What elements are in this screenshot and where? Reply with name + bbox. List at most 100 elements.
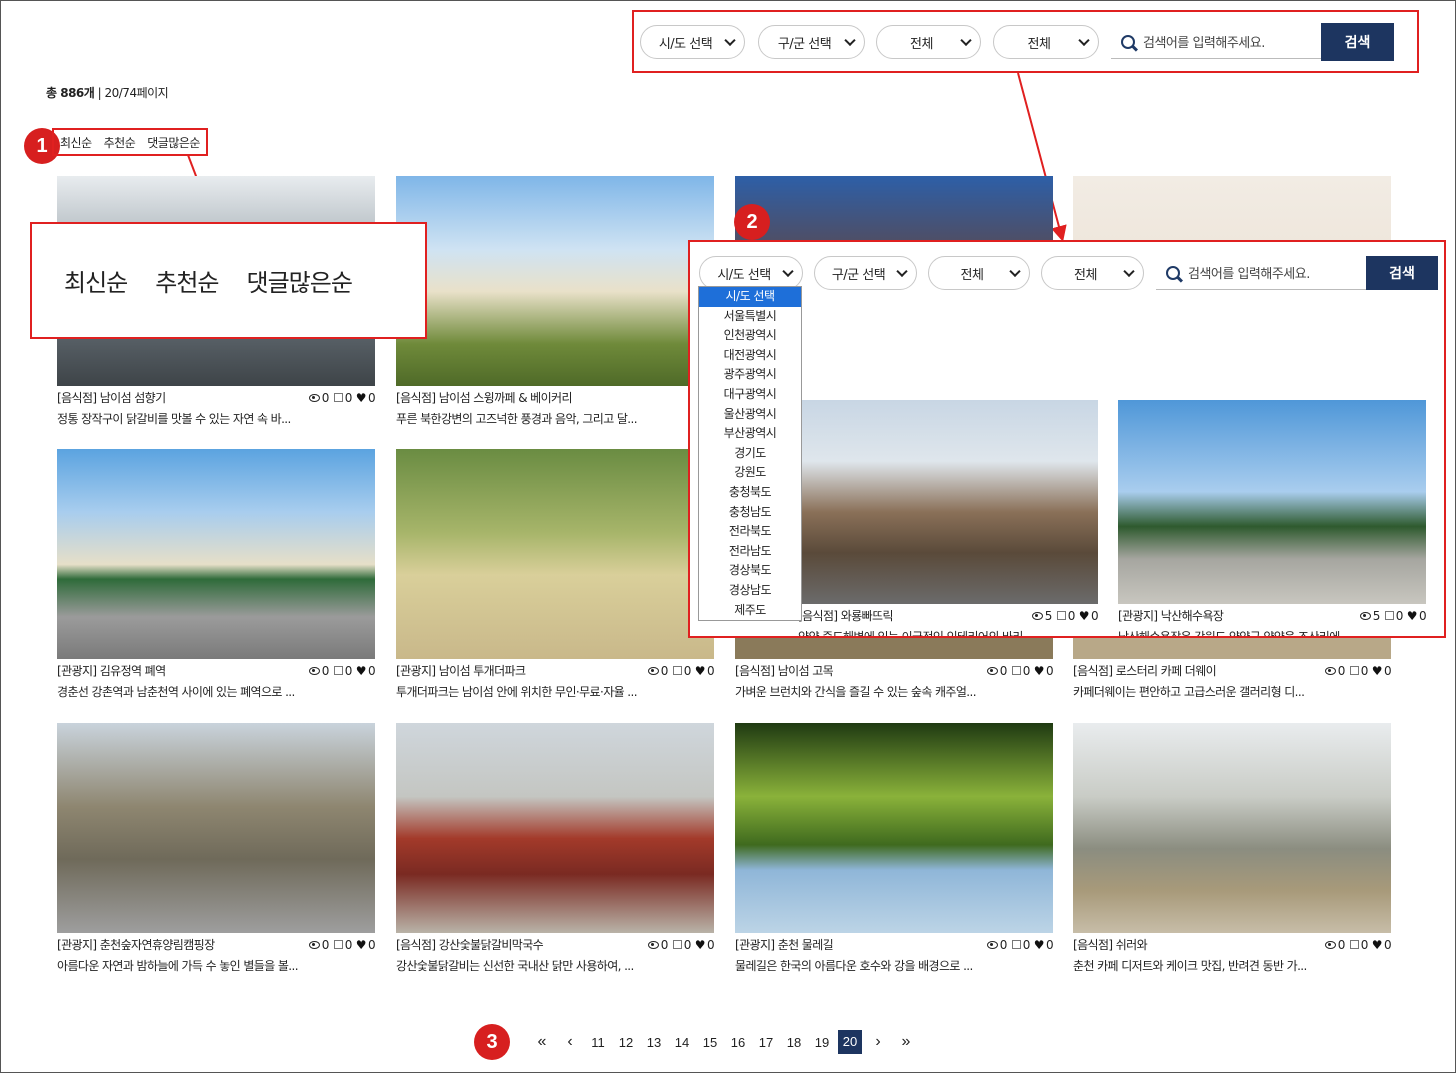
thumbnail-image <box>57 449 375 659</box>
comment-icon <box>333 940 343 949</box>
list-item[interactable]: [관광지] 춘천숲자연휴양림캠핑장 0 0 ♥ 0 아름다운 자연과 밤하늘에 가득 수… <box>57 723 376 974</box>
type-select-zoom[interactable]: 전체 <box>1041 256 1144 290</box>
sort-options: 최신순 추천순 댓글많은순 <box>52 128 208 156</box>
list-item[interactable]: [음식점] 와룡빠뜨릭 5 0 ♥ 0 양양 죽도해변에 있는 이국적인 인테리어의 바… <box>798 400 1099 636</box>
thumbnail-image <box>396 449 714 659</box>
dropdown-option[interactable]: 인천광역시 <box>699 326 801 346</box>
chevron-down-icon <box>1009 265 1021 278</box>
comment-icon <box>1349 666 1359 675</box>
current-page[interactable]: 20 <box>838 1030 862 1054</box>
list-item[interactable]: [관광지] 춘천 물레길 0 0 ♥ 0 물레길은 한국의 아름다운 호수와 강을 배경… <box>735 723 1054 974</box>
dropdown-option[interactable]: 대구광역시 <box>699 385 801 405</box>
search-icon <box>1166 265 1180 280</box>
list-item[interactable]: [관광지] 남이섬 투개더파크 0 0 ♥ 0 투개더파크는 남이섬 안에 위치한 무인… <box>396 449 715 700</box>
dropdown-option[interactable]: 강원도 <box>699 463 801 483</box>
list-item[interactable]: [음식점] 남이섬 스윙까페 & 베이커리0 푸른 북한강변의 고즈넉한 풍경과… <box>396 176 715 427</box>
page-link[interactable]: 17 <box>752 1035 780 1050</box>
comment-icon <box>1349 940 1359 949</box>
thumbnail-image <box>1118 400 1426 604</box>
chevron-down-icon <box>1123 265 1135 278</box>
pagination: « ‹ 11 12 13 14 15 16 17 18 19 20 › » <box>528 1028 920 1056</box>
search-input-zoom[interactable]: 검색어를 입력해주세요. <box>1156 256 1366 290</box>
comment-icon <box>333 666 343 675</box>
heart-icon: ♥ <box>1033 937 1045 952</box>
last-page-icon[interactable]: » <box>892 1033 920 1051</box>
eye-icon <box>986 940 998 949</box>
dropdown-option[interactable]: 전라북도 <box>699 522 801 542</box>
heart-icon: ♥ <box>694 937 706 952</box>
eye-icon <box>1031 611 1043 620</box>
eye-icon <box>1359 611 1371 620</box>
list-item[interactable]: [관광지] 낙산해수욕장 5 0 ♥ 0 낙산해수욕장은 강원도 양양군 양양읍 조산리… <box>1118 400 1427 636</box>
sido-select-zoom[interactable]: 시/도 선택 <box>699 256 803 290</box>
badge-3: 3 <box>474 1024 510 1060</box>
dropdown-option[interactable]: 전라남도 <box>699 542 801 562</box>
dropdown-option[interactable]: 서울특별시 <box>699 307 801 327</box>
dropdown-option[interactable]: 광주광역시 <box>699 365 801 385</box>
search-button-zoom[interactable]: 검색 <box>1366 256 1438 290</box>
dropdown-option[interactable]: 충청남도 <box>699 503 801 523</box>
heart-icon: ♥ <box>1406 608 1418 623</box>
eye-icon <box>308 940 320 949</box>
sort-recommend[interactable]: 추천순 <box>104 134 136 151</box>
result-count: 총 886개 | 20/74페이지 <box>46 86 169 100</box>
next-page-icon[interactable]: › <box>864 1033 892 1051</box>
list-item[interactable]: [음식점] 쉬러와 0 0 ♥ 0 춘천 카페 디저트와 케이크 맛집, 반려견 동반 … <box>1073 723 1392 974</box>
dropdown-option[interactable]: 경기도 <box>699 444 801 464</box>
heart-icon: ♥ <box>355 663 367 678</box>
list-item[interactable]: [관광지] 김유정역 폐역 0 0 ♥ 0 경춘선 강촌역과 남춘천역 사이에 있는 폐… <box>57 449 376 700</box>
list-item[interactable]: [음식점] 강산숯불닭갈비막국수 0 0 ♥ 0 강산숯불닭갈비는 신선한 국내산 닭만… <box>396 723 715 974</box>
thumbnail-image <box>57 723 375 933</box>
comment-icon <box>1011 940 1021 949</box>
heart-icon: ♥ <box>1033 663 1045 678</box>
gugun-select-zoom[interactable]: 구/군 선택 <box>814 256 917 290</box>
comment-icon <box>672 940 682 949</box>
sido-dropdown-list: 시/도 선택 서울특별시 인천광역시 대전광역시 광주광역시 대구광역시 울산광… <box>698 286 802 622</box>
comment-icon <box>1384 611 1394 620</box>
dropdown-option[interactable]: 제주도 <box>699 601 801 621</box>
sort-comments-zoom[interactable]: 댓글많은순 <box>247 263 353 298</box>
page-link[interactable]: 16 <box>724 1035 752 1050</box>
eye-icon <box>986 666 998 675</box>
sort-latest[interactable]: 최신순 <box>60 134 92 151</box>
thumbnail-image <box>798 400 1098 604</box>
sort-comments[interactable]: 댓글많은순 <box>147 134 200 151</box>
page-link[interactable]: 11 <box>584 1035 612 1050</box>
prev-page-icon[interactable]: ‹ <box>556 1033 584 1051</box>
comment-icon <box>672 666 682 675</box>
dropdown-option[interactable]: 경상남도 <box>699 581 801 601</box>
dropdown-option[interactable]: 부산광역시 <box>699 424 801 444</box>
page-link[interactable]: 12 <box>612 1035 640 1050</box>
thumbnail-image <box>396 723 714 933</box>
dropdown-option[interactable]: 울산광역시 <box>699 405 801 425</box>
badge-2: 2 <box>734 204 770 240</box>
thumbnail-image <box>735 723 1053 933</box>
comment-icon <box>1011 666 1021 675</box>
filter-bar-zoom: 시/도 선택 구/군 선택 전체 전체 검색어를 입력해주세요. 검색 <box>699 256 1438 290</box>
eye-icon <box>647 666 659 675</box>
sort-recommend-zoom[interactable]: 추천순 <box>155 263 219 298</box>
eye-icon <box>1324 666 1336 675</box>
sort-latest-zoom[interactable]: 최신순 <box>64 263 128 298</box>
comment-icon <box>1056 611 1066 620</box>
dropdown-option[interactable]: 충청북도 <box>699 483 801 503</box>
dropdown-option[interactable]: 경상북도 <box>699 561 801 581</box>
thumbnail-image <box>396 176 714 386</box>
eye-icon <box>647 940 659 949</box>
eye-icon <box>308 666 320 675</box>
page-link[interactable]: 13 <box>640 1035 668 1050</box>
heart-icon: ♥ <box>694 663 706 678</box>
dropdown-option[interactable]: 대전광역시 <box>699 346 801 366</box>
page-link[interactable]: 14 <box>668 1035 696 1050</box>
page-link[interactable]: 18 <box>780 1035 808 1050</box>
page-link[interactable]: 15 <box>696 1035 724 1050</box>
first-page-icon[interactable]: « <box>528 1033 556 1051</box>
chevron-down-icon <box>896 265 908 278</box>
dropdown-option[interactable]: 시/도 선택 <box>699 287 801 307</box>
comment-icon <box>333 393 343 402</box>
heart-icon: ♥ <box>1371 937 1383 952</box>
thumbnail-image <box>1073 723 1391 933</box>
heart-icon: ♥ <box>1371 663 1383 678</box>
page-link[interactable]: 19 <box>808 1035 836 1050</box>
category-select-zoom[interactable]: 전체 <box>928 256 1030 290</box>
